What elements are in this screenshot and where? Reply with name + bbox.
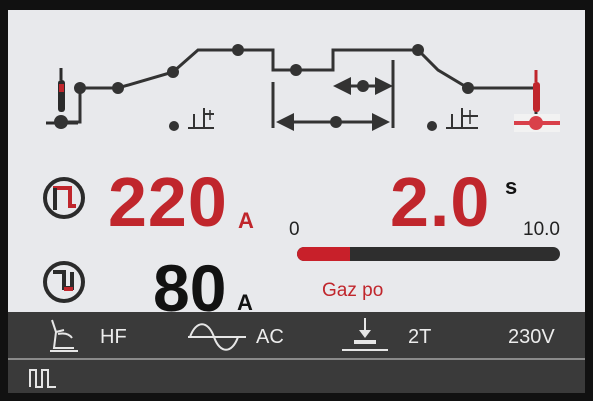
hf-start-icon	[169, 108, 214, 131]
pulse-mode-icon	[29, 369, 56, 388]
main-current-unit: A	[238, 208, 254, 233]
main-current-value: 220	[108, 163, 228, 241]
trigger-2t-icon	[342, 318, 388, 351]
base-current-pulse-icon	[43, 261, 85, 303]
base-current-unit: A	[237, 290, 253, 315]
scale-min-label: 0	[289, 219, 300, 240]
status-bar: HF AC 2T 230V	[8, 312, 585, 393]
hf-label: HF	[100, 326, 127, 348]
pulse-frequency-arrow	[333, 77, 393, 95]
scale-max-label: 10.0	[523, 219, 560, 240]
trigger-mode-label: 2T	[408, 326, 432, 348]
parameter-value: 2.0	[390, 163, 491, 241]
display-bezel: 220 A 2.0 s 0 10.0 80 A Gaz po HF AC 2T …	[0, 0, 593, 401]
ac-label: AC	[256, 326, 284, 348]
hf-end-icon	[427, 108, 478, 131]
parameter-level-fill	[297, 247, 350, 261]
parameter-label: Gaz po	[322, 280, 384, 301]
welder-screen: 220 A 2.0 s 0 10.0 80 A Gaz po HF AC 2T …	[8, 10, 585, 393]
parameter-unit: s	[505, 174, 518, 199]
parameter-level-bar	[297, 247, 560, 261]
start-torch-icon	[46, 68, 78, 125]
torch-icon	[50, 319, 78, 352]
voltage-label: 230V	[508, 326, 555, 348]
end-torch-icon	[514, 70, 560, 132]
pulse-duration-arrow	[276, 113, 390, 131]
main-current-pulse-icon	[43, 177, 85, 219]
cycle-nodes	[54, 44, 474, 129]
welding-cycle-diagram	[46, 44, 560, 132]
status-divider	[8, 358, 585, 360]
ac-wave-icon	[188, 323, 246, 351]
